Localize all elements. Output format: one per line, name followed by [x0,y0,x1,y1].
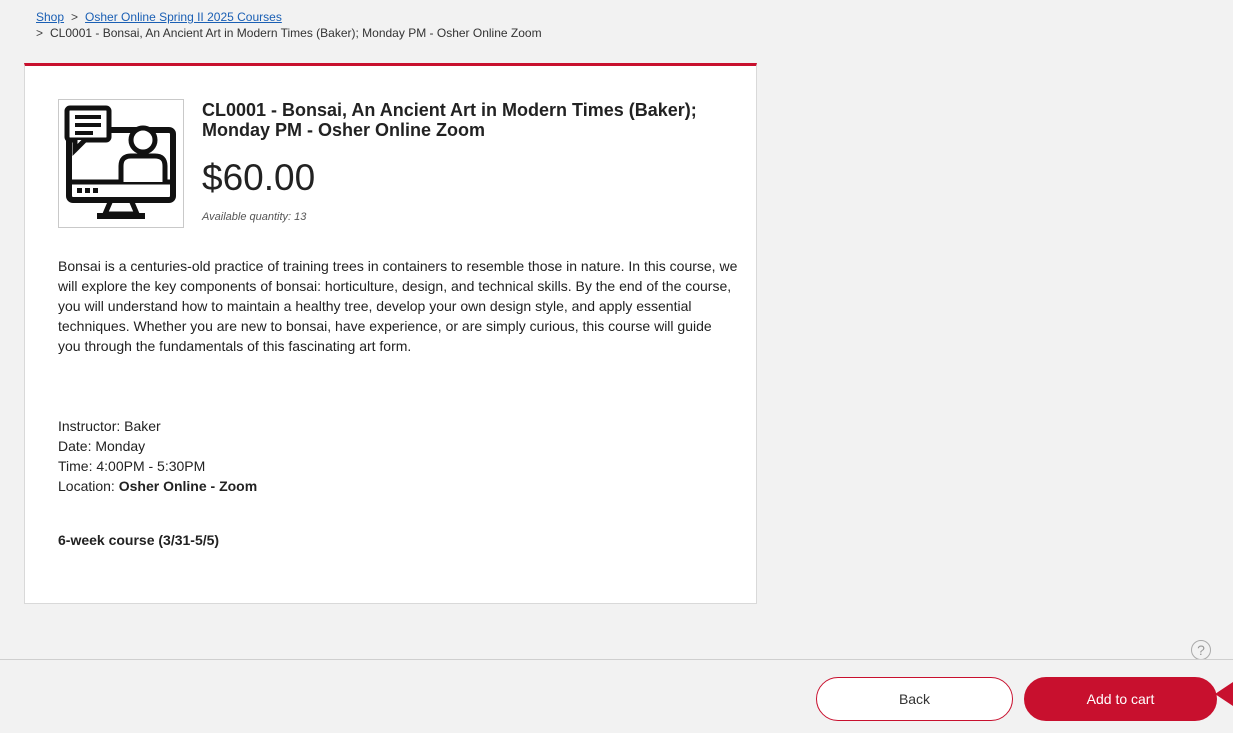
help-icon[interactable]: ? [1191,640,1211,660]
product-title: CL0001 - Bonsai, An Ancient Art in Moder… [202,100,697,140]
add-to-cart-button[interactable]: Add to cart [1024,677,1217,721]
breadcrumb-separator: > [36,26,44,40]
location-value: Osher Online - Zoom [118,478,258,494]
instructor-line: Instructor: Baker [58,418,161,434]
product-description: Bonsai is a centuries-old practice of tr… [58,258,738,354]
time-line: Time: 4:00PM - 5:30PM [58,458,206,474]
online-class-monitor-icon [64,105,176,219]
location-label: Location: [58,478,119,494]
footer-divider [0,659,1233,660]
location-line: Location: Osher Online - Zoom [58,476,257,496]
course-duration: 6-week course (3/31-5/5) [58,532,220,548]
breadcrumb-current: CL0001 - Bonsai, An Ancient Art in Moder… [50,26,542,40]
breadcrumb: Shop > Osher Online Spring II 2025 Courses… [36,9,542,41]
product-image [58,99,184,228]
breadcrumb-separator: > [71,10,79,24]
date-line: Date: Monday [58,438,146,454]
back-button[interactable]: Back [816,677,1013,721]
breadcrumb-link-shop[interactable]: Shop [36,10,64,24]
pointer-cursor-icon [1215,682,1233,706]
breadcrumb-link-category[interactable]: Osher Online Spring II 2025 Courses [85,10,282,24]
product-card: CL0001 - Bonsai, An Ancient Art in Moder… [24,63,757,604]
available-quantity: Available quantity: 13 [202,211,307,223]
course-details: Instructor: Baker Date: Monday Time: 4:0… [58,416,257,496]
product-price: $60.00 [202,157,316,198]
